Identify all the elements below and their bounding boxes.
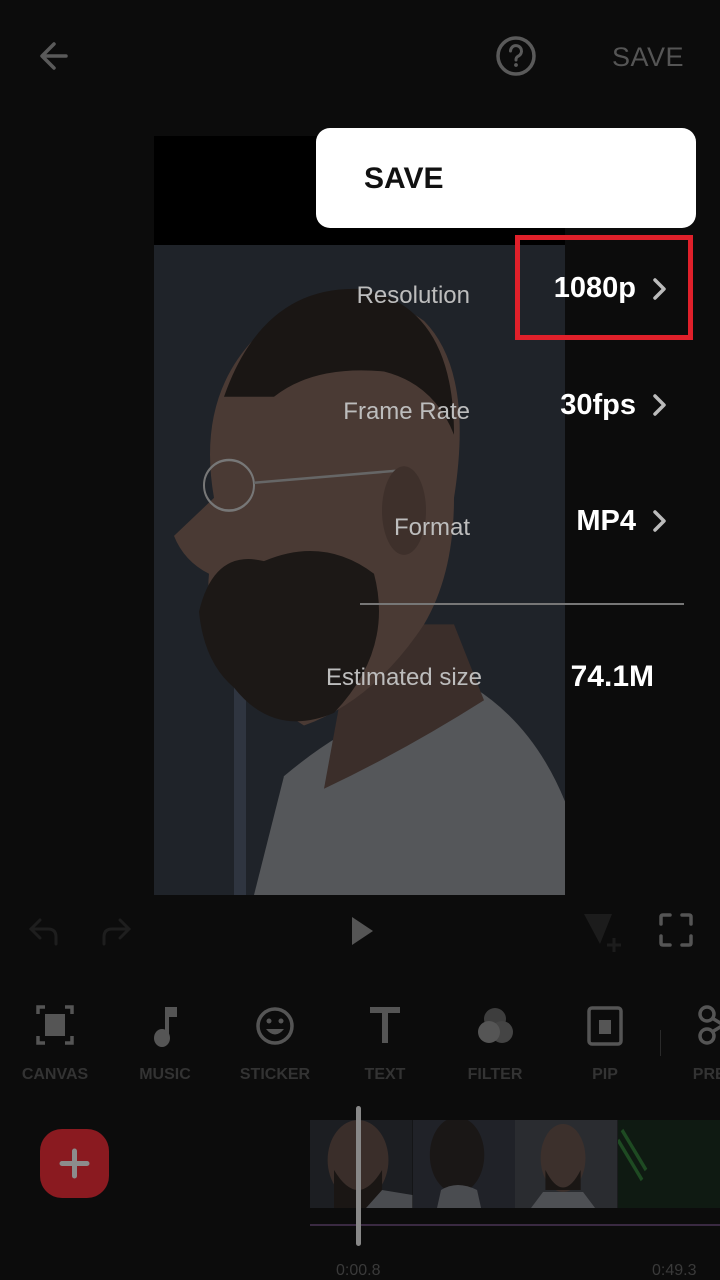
- format-value: MP4: [576, 505, 636, 537]
- resolution-highlight-box: [515, 235, 693, 340]
- play-icon[interactable]: [350, 916, 374, 946]
- help-circle-icon: [496, 36, 536, 76]
- total-duration: 0:49.3: [652, 1262, 697, 1279]
- plus-icon: [59, 1148, 90, 1179]
- tool-label: TEXT: [364, 1066, 406, 1083]
- video-preview: [154, 136, 565, 895]
- tool-filter[interactable]: FILTER: [440, 998, 550, 1090]
- tool-canvas[interactable]: CANVAS: [0, 998, 110, 1090]
- clip-thumbnail: [515, 1120, 618, 1208]
- arrow-left-icon: [40, 42, 68, 70]
- resolution-label: Resolution: [356, 282, 470, 309]
- redo-icon[interactable]: [98, 914, 134, 948]
- smiley-icon: [256, 1007, 294, 1045]
- tool-text[interactable]: TEXT: [330, 998, 440, 1090]
- tool-label: FILTER: [467, 1066, 523, 1083]
- save-dialog-header[interactable]: SAVE: [316, 128, 696, 228]
- scissors-icon: [698, 1005, 720, 1045]
- clip-thumbnail: [412, 1120, 515, 1208]
- top-save-button[interactable]: SAVE: [612, 42, 684, 73]
- help-button[interactable]: [494, 34, 538, 78]
- canvas-icon: [36, 1005, 74, 1045]
- divider: [360, 603, 684, 605]
- estimated-size-value: 74.1M: [570, 660, 654, 693]
- preview-frame-image: [154, 245, 565, 895]
- tool-music[interactable]: MUSIC: [110, 998, 220, 1090]
- tool-label: STICKER: [239, 1066, 311, 1083]
- playhead[interactable]: [356, 1106, 361, 1246]
- tool-label: PIP: [592, 1066, 618, 1083]
- chevron-right-icon: [653, 510, 666, 532]
- estimated-size-label: Estimated size: [325, 664, 482, 691]
- top-bar: SAVE: [0, 0, 720, 112]
- add-clip-button[interactable]: [40, 1129, 109, 1198]
- back-button[interactable]: [36, 36, 76, 76]
- tool-sticker[interactable]: STICKER: [220, 998, 330, 1090]
- frame-rate-label: Frame Rate: [343, 398, 470, 425]
- timeline-clip-strip[interactable]: [310, 1120, 720, 1208]
- frame-rate-value: 30fps: [560, 389, 636, 421]
- undo-icon[interactable]: [26, 914, 62, 948]
- keyframe-add-icon[interactable]: [582, 912, 622, 952]
- tool-label: PREC: [692, 1066, 720, 1083]
- tool-label: MUSIC: [139, 1066, 191, 1083]
- chevron-right-icon: [653, 394, 666, 416]
- tool-pip[interactable]: PIP: [550, 998, 660, 1090]
- tool-precut[interactable]: PREC: [660, 998, 720, 1090]
- pip-icon: [587, 1006, 623, 1046]
- clip-thumbnail: [617, 1120, 720, 1208]
- current-time: 0:00.8: [336, 1262, 381, 1279]
- audio-track-line: [310, 1224, 720, 1226]
- text-icon: [370, 1007, 400, 1043]
- music-note-icon: [154, 1007, 177, 1047]
- format-label: Format: [393, 514, 470, 541]
- save-dialog-title: SAVE: [364, 162, 444, 195]
- clip-thumbnail: [310, 1120, 413, 1208]
- filter-icon: [478, 1008, 513, 1043]
- fullscreen-icon[interactable]: [658, 912, 694, 948]
- tool-label: CANVAS: [21, 1066, 89, 1083]
